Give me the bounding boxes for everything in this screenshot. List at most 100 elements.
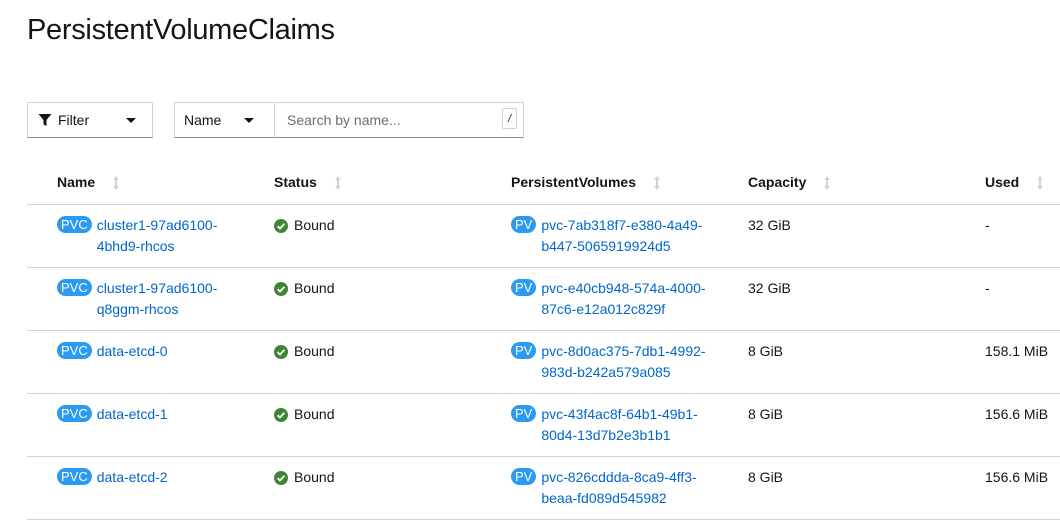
filter-label: Filter (58, 112, 90, 128)
sort-icon[interactable] (652, 175, 661, 190)
table-row: PVC data-etcd-1 Bound PV pvc-43f4ac8f-64… (27, 394, 1060, 457)
pvc-name-link[interactable]: cluster1-97ad6100- q8ggm-rhcos (97, 278, 277, 320)
status-cell: Bound (274, 278, 334, 299)
column-header-used[interactable]: Used (985, 172, 1044, 193)
column-header-label: Used (985, 174, 1020, 190)
link-text: 4bhd9-rhcos (96, 238, 175, 254)
link-text: cluster1-97ad6100- (96, 280, 218, 296)
capacity-cell: 8 GiB (748, 406, 784, 422)
column-header-capacity[interactable]: Capacity (748, 172, 831, 193)
pvc-name-link[interactable]: cluster1-97ad6100- 4bhd9-rhcos (97, 215, 277, 257)
pv-cell: PV pvc-8d0ac375-7db1-4992- 983d-b242a579… (511, 341, 706, 383)
pvc-name-cell: PVC cluster1-97ad6100- 4bhd9-rhcos (57, 215, 277, 257)
pvc-name-link[interactable]: data-etcd-2 (97, 467, 277, 488)
column-header-status[interactable]: Status (274, 172, 342, 193)
pv-badge: PV (511, 342, 537, 359)
link-text: pvc-e40cb948-574a-4000- (541, 280, 706, 296)
capacity-cell: 8 GiB (748, 469, 784, 485)
pvc-badge: PVC (57, 468, 92, 485)
table-header-row: Name Status PersistentVolumes Capacity U… (27, 160, 1060, 205)
link-text: data-etcd-2 (96, 469, 168, 485)
column-header-persistentvolumes[interactable]: PersistentVolumes (511, 172, 661, 193)
used-cell: - (985, 217, 990, 233)
sort-icon[interactable] (111, 175, 120, 190)
pv-name-link[interactable]: pvc-826cddda-8ca9-4ff3- beaa-fd089d54598… (541, 467, 696, 509)
filter-dropdown[interactable]: Filter (27, 102, 153, 138)
check-circle-icon (274, 407, 288, 422)
used-cell: 156.6 MiB (985, 406, 1049, 422)
pvc-badge: PVC (57, 279, 92, 296)
status-text: Bound (294, 280, 335, 296)
status-text: Bound (294, 406, 335, 422)
column-header-label: Name (57, 174, 96, 190)
pv-badge: PV (511, 468, 537, 485)
pvc-badge: PVC (57, 342, 92, 359)
attribute-label: Name (184, 112, 222, 128)
used-cell: 158.1 MiB (985, 343, 1049, 359)
status-cell: Bound (274, 404, 334, 425)
link-text: pvc-826cddda-8ca9-4ff3- (541, 469, 697, 485)
pvc-name-cell: PVC data-etcd-2 (57, 467, 277, 488)
pv-name-link[interactable]: pvc-7ab318f7-e380-4a49- b447-5065919924d… (541, 215, 702, 257)
filter-icon (38, 114, 52, 126)
column-header-label: Status (274, 174, 317, 190)
status-text: Bound (294, 469, 335, 485)
link-text: pvc-8d0ac375-7db1-4992- (541, 343, 706, 359)
keyboard-shortcut-hint: / (502, 108, 517, 129)
used-cell: 156.6 MiB (985, 469, 1049, 485)
status-cell: Bound (274, 467, 334, 488)
used-cell: - (985, 280, 990, 296)
page-title: PersistentVolumeClaims (27, 14, 335, 46)
capacity-cell: 32 GiB (748, 280, 791, 296)
pv-cell: PV pvc-7ab318f7-e380-4a49- b447-50659199… (511, 215, 702, 257)
pvc-name-link[interactable]: data-etcd-1 (97, 404, 277, 425)
search-box: / (275, 102, 524, 138)
column-header-name[interactable]: Name (57, 172, 120, 193)
pv-badge: PV (511, 405, 537, 422)
caret-down-icon (244, 117, 254, 123)
pv-cell: PV pvc-43f4ac8f-64b1-49b1- 80d4-13d7b2e3… (511, 404, 698, 446)
link-text: pvc-43f4ac8f-64b1-49b1- (541, 406, 698, 422)
pvc-table: Name Status PersistentVolumes Capacity U… (27, 160, 1060, 520)
link-text: pvc-7ab318f7-e380-4a49- (541, 217, 703, 233)
link-text: beaa-fd089d545982 (541, 490, 667, 506)
pv-name-link[interactable]: pvc-43f4ac8f-64b1-49b1- 80d4-13d7b2e3b1b… (541, 404, 697, 446)
status-text: Bound (294, 217, 335, 233)
check-circle-icon (274, 281, 288, 296)
pv-badge: PV (511, 279, 537, 296)
pvc-badge: PVC (57, 405, 92, 422)
link-text: data-etcd-1 (96, 406, 168, 422)
link-text: cluster1-97ad6100- (96, 217, 218, 233)
column-header-label: Capacity (748, 174, 807, 190)
filter-toolbar: Filter Name / (27, 102, 524, 138)
check-circle-icon (274, 218, 288, 233)
caret-down-icon (126, 117, 136, 123)
column-header-label: PersistentVolumes (511, 174, 637, 190)
sort-icon[interactable] (1035, 175, 1044, 190)
link-text: data-etcd-0 (96, 343, 168, 359)
status-text: Bound (294, 343, 335, 359)
pvc-name-cell: PVC data-etcd-1 (57, 404, 277, 425)
check-circle-icon (274, 344, 288, 359)
link-text: 87c6-e12a012c829f (541, 301, 666, 317)
status-cell: Bound (274, 341, 334, 362)
table-row: PVC cluster1-97ad6100- q8ggm-rhcos Bound… (27, 268, 1060, 331)
table-row: PVC data-etcd-0 Bound PV pvc-8d0ac375-7d… (27, 331, 1060, 394)
pvc-list-page: PersistentVolumeClaims Filter Name / Nam… (0, 0, 1060, 528)
pv-cell: PV pvc-e40cb948-574a-4000- 87c6-e12a012c… (511, 278, 706, 320)
pv-name-link[interactable]: pvc-8d0ac375-7db1-4992- 983d-b242a579a08… (541, 341, 705, 383)
attribute-dropdown[interactable]: Name (174, 102, 275, 138)
link-text: q8ggm-rhcos (96, 301, 179, 317)
pvc-name-link[interactable]: data-etcd-0 (97, 341, 277, 362)
check-circle-icon (274, 470, 288, 485)
pv-name-link[interactable]: pvc-e40cb948-574a-4000- 87c6-e12a012c829… (541, 278, 705, 320)
table-row: PVC cluster1-97ad6100- 4bhd9-rhcos Bound… (27, 205, 1060, 268)
search-input[interactable] (285, 104, 499, 136)
table-row: PVC data-etcd-2 Bound PV pvc-826cddda-8c… (27, 457, 1060, 520)
pv-badge: PV (511, 216, 537, 233)
pvc-name-cell: PVC data-etcd-0 (57, 341, 277, 362)
pv-cell: PV pvc-826cddda-8ca9-4ff3- beaa-fd089d54… (511, 467, 697, 509)
sort-icon[interactable] (333, 175, 342, 190)
sort-icon[interactable] (822, 175, 831, 190)
link-text: 80d4-13d7b2e3b1b1 (541, 427, 671, 443)
